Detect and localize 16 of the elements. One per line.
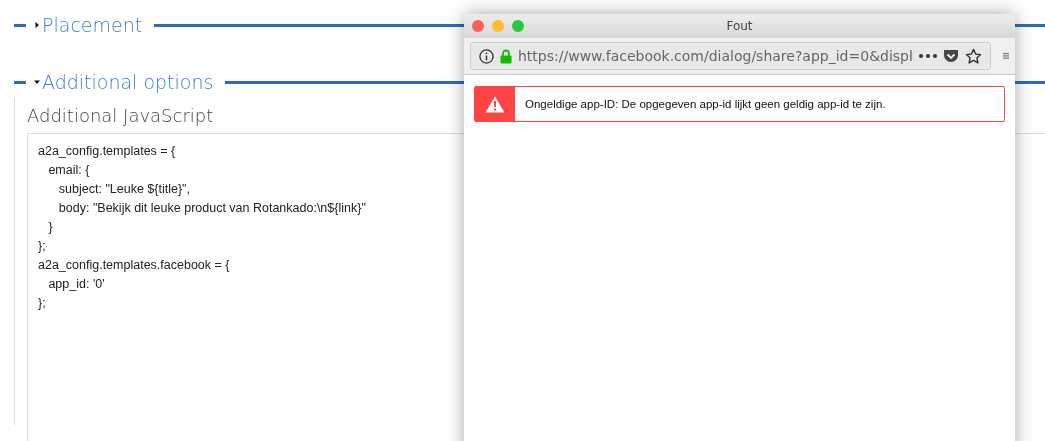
close-button[interactable]	[472, 20, 484, 32]
caret-icon	[34, 22, 40, 28]
info-icon	[479, 48, 494, 64]
url-text: https://www.facebook.com/dialog/share?app_id=0&displ	[518, 48, 913, 64]
pocket-icon[interactable]	[942, 48, 959, 64]
section-toggle[interactable]: Placement	[34, 14, 155, 36]
lock-icon	[500, 48, 512, 64]
address-bar[interactable]: https://www.facebook.com/dialog/share?app_id=0&displ	[470, 42, 991, 70]
warning-icon	[485, 95, 505, 113]
window-title: Fout	[726, 19, 753, 33]
field-label: Additional JavaScript	[27, 105, 214, 126]
more-icon[interactable]	[918, 54, 937, 58]
error-message: Ongeldige app-ID: De opgegeven app-id lijkt geen geldig app-id te zijn.	[524, 97, 886, 112]
caret-icon	[34, 79, 40, 85]
section-toggle[interactable]: Additional options	[34, 71, 226, 93]
star-icon[interactable]	[964, 47, 982, 65]
